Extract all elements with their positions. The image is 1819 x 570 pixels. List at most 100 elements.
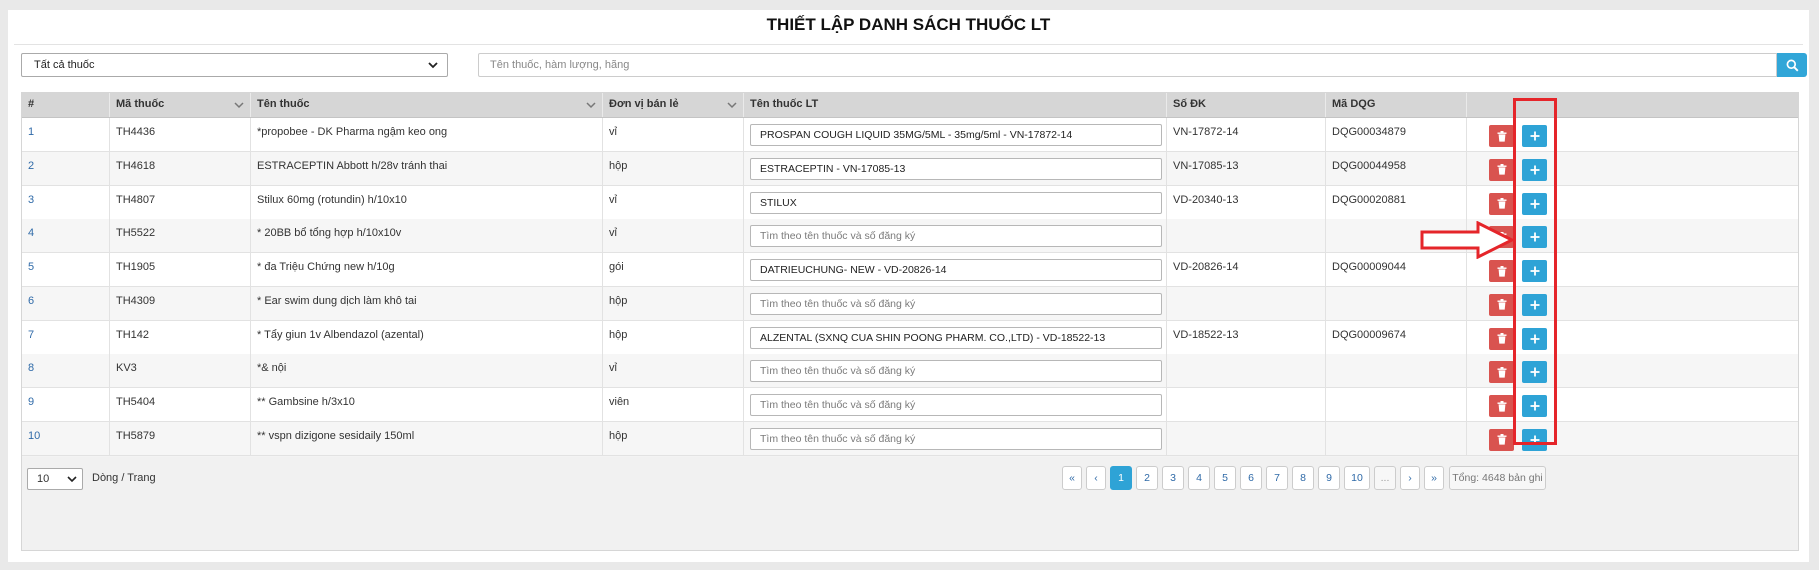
cell-name: * đa Triệu Chứng new h/10g: [251, 253, 603, 286]
delete-button[interactable]: [1489, 327, 1514, 350]
cell-index[interactable]: 1: [22, 118, 110, 151]
header-name-label: Tên thuốc: [257, 98, 310, 110]
cell-dqg: [1326, 388, 1467, 421]
cell-reg-no: VN-17872-14: [1167, 118, 1326, 151]
cell-index[interactable]: 6: [22, 286, 110, 320]
header-dqg: Mã DQG: [1326, 93, 1467, 117]
cell-lt-name: [744, 320, 1167, 354]
page-link[interactable]: 9: [1318, 466, 1340, 490]
page-link[interactable]: 8: [1292, 466, 1314, 490]
trash-icon: [1497, 333, 1506, 344]
page-size-label: Dòng / Trang: [92, 472, 156, 484]
cell-name: ** vspn dizigone sesidaily 150ml: [251, 421, 603, 455]
lt-drug-search-input[interactable]: [750, 394, 1162, 416]
cell-unit: hộp: [603, 421, 744, 455]
cell-index[interactable]: 7: [22, 320, 110, 354]
page-link[interactable]: 2: [1136, 466, 1158, 490]
cell-name: * 20BB bổ tổng hợp h/10x10v: [251, 219, 603, 253]
cell-dqg: [1326, 286, 1467, 320]
filter-selected-value: Tất cả thuốc: [34, 59, 95, 71]
cell-index[interactable]: 4: [22, 219, 110, 253]
cell-lt-name: [744, 219, 1167, 253]
cell-reg-no: [1167, 286, 1326, 320]
cell-unit: viên: [603, 388, 744, 421]
cell-index[interactable]: 2: [22, 151, 110, 185]
lt-drug-search-input[interactable]: [750, 157, 1162, 180]
trash-icon: [1497, 198, 1506, 209]
cell-dqg: [1326, 354, 1467, 388]
page-link[interactable]: «: [1062, 466, 1082, 490]
drug-filter-select[interactable]: Tất cả thuốc: [21, 53, 448, 77]
page-link[interactable]: 5: [1214, 466, 1236, 490]
cell-lt-name: [744, 388, 1167, 421]
trash-icon: [1497, 299, 1506, 310]
page-link[interactable]: 3: [1162, 466, 1184, 490]
cell-index[interactable]: 3: [22, 185, 110, 219]
lt-drug-search-input[interactable]: [750, 124, 1162, 146]
page-link[interactable]: 7: [1266, 466, 1288, 490]
cell-index[interactable]: 10: [22, 421, 110, 455]
delete-button[interactable]: [1489, 260, 1514, 282]
lt-drug-search-input[interactable]: [750, 427, 1162, 450]
cell-reg-no: VD-20340-13: [1167, 185, 1326, 219]
cell-reg-no: VN-17085-13: [1167, 151, 1326, 185]
delete-button[interactable]: [1489, 361, 1514, 384]
page-link[interactable]: 1: [1110, 466, 1132, 490]
cell-reg-no: [1167, 354, 1326, 388]
cell-index[interactable]: 9: [22, 388, 110, 421]
header-name[interactable]: Tên thuốc: [251, 93, 603, 117]
page-link[interactable]: 10: [1344, 466, 1370, 490]
lt-drug-search-input[interactable]: [750, 326, 1162, 349]
cell-dqg: DQG00034879: [1326, 118, 1467, 151]
chevron-down-icon: [234, 102, 244, 109]
search-button[interactable]: [1777, 53, 1807, 77]
delete-button[interactable]: [1489, 125, 1514, 147]
header-code[interactable]: Mã thuốc: [110, 93, 251, 117]
header-unit-label: Đơn vị bán lẻ: [609, 98, 679, 110]
delete-button[interactable]: [1489, 293, 1514, 316]
cell-reg-no: VD-20826-14: [1167, 253, 1326, 286]
cell-index[interactable]: 5: [22, 253, 110, 286]
page-link[interactable]: ‹: [1086, 466, 1106, 490]
lt-drug-search-input[interactable]: [750, 225, 1162, 248]
lt-drug-search-input[interactable]: [750, 360, 1162, 383]
chevron-down-icon: [428, 62, 438, 69]
cell-dqg: DQG00044958: [1326, 151, 1467, 185]
cell-dqg: DQG00009674: [1326, 320, 1467, 354]
cell-name: ESTRACEPTIN Abbott h/28v tránh thai: [251, 151, 603, 185]
page-link[interactable]: ›: [1400, 466, 1420, 490]
cell-name: *& nội: [251, 354, 603, 388]
cell-code: TH4618: [110, 151, 251, 185]
delete-button[interactable]: [1489, 395, 1514, 417]
lt-drug-search-input[interactable]: [750, 259, 1162, 281]
page-size-select[interactable]: 10: [27, 468, 83, 490]
trash-icon: [1497, 130, 1506, 142]
trash-icon: [1497, 265, 1506, 277]
cell-code: TH4807: [110, 185, 251, 219]
cell-name: Stilux 60mg (rotundin) h/10x10: [251, 185, 603, 219]
delete-button[interactable]: [1489, 192, 1514, 215]
delete-button[interactable]: [1489, 428, 1514, 451]
lt-drug-search-input[interactable]: [750, 191, 1162, 214]
cell-unit: hộp: [603, 151, 744, 185]
cell-lt-name: [744, 118, 1167, 151]
cell-code: TH4309: [110, 286, 251, 320]
cell-lt-name: [744, 185, 1167, 219]
chevron-down-icon: [67, 476, 77, 483]
cell-reg-no: [1167, 421, 1326, 455]
page-link[interactable]: 4: [1188, 466, 1210, 490]
cell-unit: hộp: [603, 320, 744, 354]
lt-drug-search-input[interactable]: [750, 292, 1162, 315]
header-unit[interactable]: Đơn vị bán lẻ: [603, 93, 744, 117]
annotation-highlight-box: [1513, 98, 1557, 445]
cell-index[interactable]: 8: [22, 354, 110, 388]
page-link[interactable]: 6: [1240, 466, 1262, 490]
cell-dqg: DQG00020881: [1326, 185, 1467, 219]
trash-icon: [1497, 400, 1506, 412]
page-link[interactable]: »: [1424, 466, 1444, 490]
trash-icon: [1497, 164, 1506, 175]
page-size-value: 10: [37, 473, 50, 485]
cell-name: ** Gambsine h/3x10: [251, 388, 603, 421]
delete-button[interactable]: [1489, 158, 1514, 181]
search-input[interactable]: [478, 53, 1777, 77]
